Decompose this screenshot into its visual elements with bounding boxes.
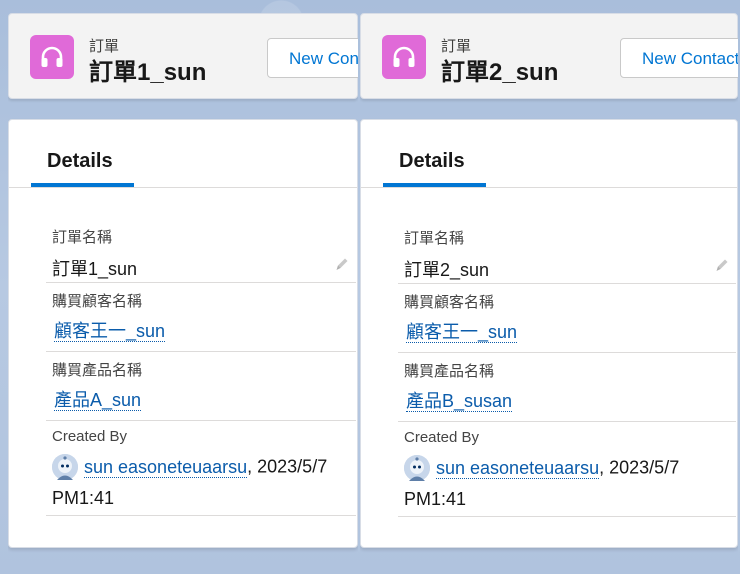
created-by-user-link[interactable]: sun easoneteuaarsu [84,456,248,478]
astro-avatar-icon[interactable] [404,455,430,481]
created-by-time: PM1:41 [404,489,467,509]
field-customer-name: 購買顧客名稱 顧客王一_sun [46,282,356,352]
astro-avatar-icon[interactable] [52,454,78,480]
field-label: 訂單名稱 [52,229,113,246]
headset-icon [30,35,74,79]
customer-link[interactable]: 顧客王一_sun [406,322,518,343]
field-created-by: Created By sun easoneteuaarsu, 2023/5/7 … [46,420,356,516]
field-customer-name: 購買顧客名稱 顧客王一_sun [398,283,736,353]
tab-bar: Details [9,120,357,188]
created-by-row: sun easoneteuaarsu, 2023/5/7 [404,455,679,481]
record-title: 訂單1_sun [89,59,207,86]
customer-link[interactable]: 顧客王一_sun [54,321,166,342]
field-label: 購買顧客名稱 [52,293,143,310]
created-by-date: 2023/5/7 [257,456,328,477]
field-value: 訂單1_sun [52,259,138,279]
created-by-separator: , [599,457,610,478]
created-by-time: PM1:41 [52,488,115,508]
field-label: Created By [52,428,128,445]
record-panel-1: 訂單 訂單1_sun New Contact Details 訂單名稱 訂單1_… [8,0,358,574]
created-by-user-link[interactable]: sun easoneteuaarsu [436,457,600,479]
created-by-date: 2023/5/7 [609,457,680,478]
tab-bar: Details [361,120,737,188]
field-label: 購買產品名稱 [52,362,143,379]
field-label: 訂單名稱 [404,230,465,247]
tab-details[interactable]: Details [31,120,134,187]
record-title: 訂單2_sun [441,59,559,86]
product-link[interactable]: 產品B_susan [406,391,513,412]
field-label: 購買產品名稱 [404,363,495,380]
record-header: 訂單 訂單2_sun New Contact [360,13,738,99]
record-header: 訂單 訂單1_sun New Contact [8,13,358,99]
field-product-name: 購買產品名稱 產品B_susan [398,352,736,422]
new-contact-button[interactable]: New Contact [620,38,738,78]
created-by-separator: , [247,456,258,477]
tab-details[interactable]: Details [383,120,486,187]
field-product-name: 購買產品名稱 產品A_sun [46,351,356,421]
created-by-row: sun easoneteuaarsu, 2023/5/7 [52,454,327,480]
new-contact-button[interactable]: New Contact [267,38,358,78]
field-created-by: Created By sun easoneteuaarsu, 2023/5/7 … [398,421,736,517]
field-order-name: 訂單名稱 訂單2_sun [398,219,736,284]
tab-details-label: Details [399,150,465,172]
pencil-icon[interactable] [714,257,730,273]
pencil-icon[interactable] [334,256,350,272]
product-link[interactable]: 產品A_sun [54,390,142,411]
tab-details-label: Details [47,150,113,172]
field-label: 購買顧客名稱 [404,294,495,311]
record-panel-2: 訂單 訂單2_sun New Contact Details 訂單名稱 訂單2_… [360,0,738,574]
field-label: Created By [404,429,480,446]
field-order-name: 訂單名稱 訂單1_sun [46,218,356,283]
field-value: 訂單2_sun [404,260,490,280]
headset-icon [382,35,426,79]
